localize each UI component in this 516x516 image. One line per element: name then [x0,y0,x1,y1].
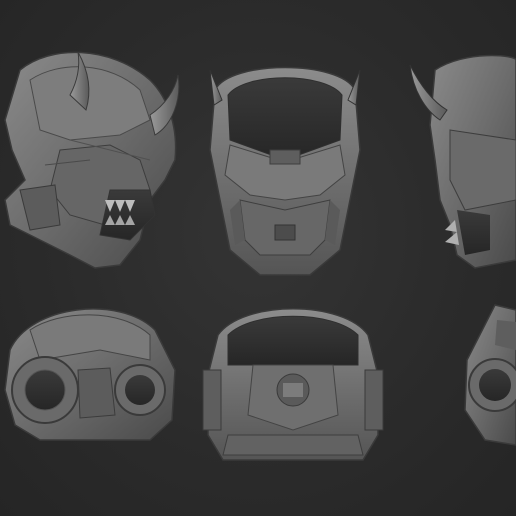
helmet-shell-back-view [198,295,388,470]
oni-mask-side-right-view [395,40,516,275]
helmet-shell-side-icon [464,304,516,446]
helmet-shell-side-icon [4,308,176,441]
helmet-shell-side-left-view [0,290,180,460]
helmet-shell-back-icon [202,308,384,461]
helmet-shell-side-right-view [455,300,516,450]
oni-mask-side-left-view [0,40,190,280]
oni-mask-front-view [200,50,370,285]
oni-helmet-side-icon [4,51,180,269]
oni-helmet-front-icon [209,66,361,276]
render-viewport [0,0,516,516]
oni-helmet-side-icon [409,54,516,269]
